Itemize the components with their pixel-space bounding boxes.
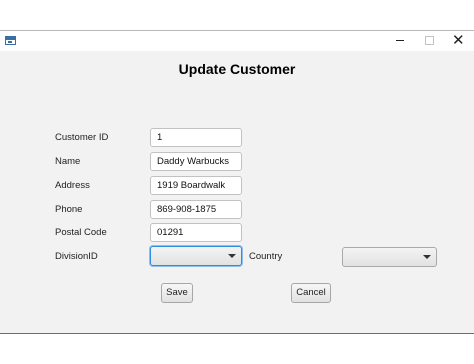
maximize-icon — [425, 36, 434, 45]
phone-label: Phone — [55, 204, 83, 215]
close-button[interactable]: ✕ — [443, 31, 473, 51]
save-button[interactable]: Save — [161, 283, 193, 303]
name-label: Name — [55, 156, 81, 167]
country-combobox[interactable] — [342, 247, 437, 267]
country-label: Country — [249, 251, 283, 262]
close-icon: ✕ — [452, 32, 465, 49]
division-id-combobox[interactable] — [150, 246, 242, 266]
maximize-button[interactable] — [414, 31, 444, 51]
chevron-down-icon — [228, 254, 236, 258]
address-field[interactable] — [150, 176, 242, 195]
minimize-button[interactable] — [385, 31, 415, 51]
postal-code-field[interactable] — [150, 223, 242, 242]
postal-code-label: Postal Code — [55, 227, 107, 238]
customer-id-label: Customer ID — [55, 132, 109, 143]
chevron-down-icon — [423, 255, 431, 259]
division-id-label: DivisionID — [55, 251, 98, 262]
title-bar: ✕ — [0, 31, 474, 51]
phone-field[interactable] — [150, 200, 242, 219]
app-window-icon — [5, 36, 16, 45]
cancel-button[interactable]: Cancel — [291, 283, 331, 303]
customer-id-field[interactable] — [150, 128, 242, 147]
page-title: Update Customer — [178, 61, 296, 77]
address-label: Address — [55, 180, 90, 191]
name-field[interactable] — [150, 152, 242, 171]
minimize-icon — [396, 40, 404, 41]
